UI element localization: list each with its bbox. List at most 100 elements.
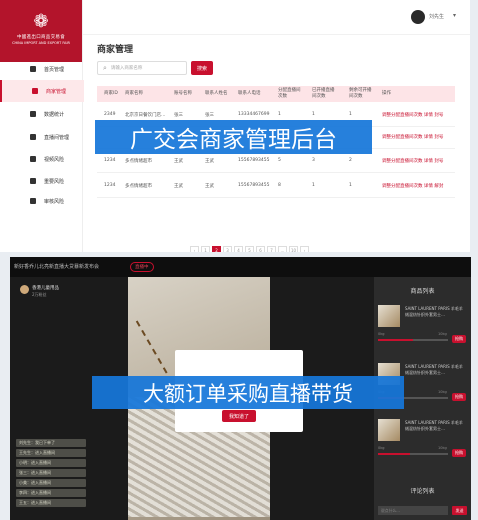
sidebar-item-label: 直播间管理 [44, 134, 70, 141]
col-contact-name: 联系人姓名 [205, 91, 228, 96]
page-item[interactable]: 6 [256, 246, 265, 252]
sidebar: ❁ 中國進出口商品交易會 CHINA IMPORT AND EXPORT FAI… [0, 0, 84, 252]
cell-account: 张三 [174, 113, 183, 118]
col-account-name: 账号名称 [174, 91, 192, 96]
page-item[interactable]: 5 [245, 246, 254, 252]
store-icon [32, 88, 38, 94]
sidebar-item-review-risk[interactable]: 审核风险 [0, 190, 82, 212]
sidebar-item-major-risk[interactable]: 重要风险 [0, 170, 82, 192]
cell-remaining: 2 [349, 158, 352, 163]
col-actions: 操作 [382, 91, 391, 96]
chat-message: 王先生：进入直播间 [16, 449, 86, 457]
cell-allocated: 5 [278, 158, 281, 163]
cell-remaining: 1 [349, 183, 352, 188]
product-image [378, 305, 400, 327]
logo-name-en: CHINA IMPORT AND EXPORT FAIR [12, 41, 70, 45]
cell-account: 王武 [174, 184, 183, 189]
col-allocated: 分配直播间次数 [278, 88, 301, 99]
page-item-active[interactable]: 2 [212, 246, 221, 252]
product-name: SAINT LAURENT PARIS 羊毛羊绒混纺针织外套男士… [405, 306, 463, 317]
anchor-followers: 2万粉丝 [32, 292, 47, 297]
avatar[interactable] [411, 10, 425, 24]
cell-contact: 王武 [205, 184, 214, 189]
sidebar-item-stats[interactable]: 数据统计 [0, 103, 82, 125]
cell-phone: 15567893455 [238, 158, 270, 163]
table-header: 商家ID 商家名称 账号名称 联系人姓名 联系人电话 分配直播间次数 已开播直播… [97, 86, 455, 102]
col-contact-phone: 联系人电话 [238, 91, 261, 96]
sidebar-item-label: 商家管理 [46, 88, 67, 95]
sidebar-item-home[interactable]: 首页管理 [0, 58, 82, 80]
row-actions[interactable]: 调整分配直播间次数 详情 封号 [382, 112, 443, 118]
cell-name: 北京京日餐饮门店… [125, 113, 166, 118]
cell-allocated: 1 [278, 112, 281, 117]
cell-contact: 王武 [205, 159, 214, 164]
send-button[interactable]: 发送 [452, 506, 467, 515]
live-status-badge: 直播中 [130, 262, 154, 272]
chevron-down-icon[interactable]: ▾ [453, 12, 456, 19]
page-prev[interactable]: ‹ [190, 246, 199, 252]
cell-id: 1234 [104, 183, 116, 188]
page-item[interactable]: 10 [289, 246, 298, 252]
user-name[interactable]: 刘先生 [429, 13, 444, 20]
search-icon: ⌕ [103, 63, 107, 72]
sidebar-item-label: 首页管理 [44, 66, 65, 73]
anchor-name: 香港儿童用品 [32, 286, 59, 291]
pagination: ‹ 1 2 3 4 5 6 7 … 10 › [190, 246, 309, 252]
sidebar-item-label: 数据统计 [44, 111, 65, 118]
row-actions[interactable]: 调整分配直播间次数 详情 封号 [382, 158, 443, 164]
admin-panel: ❁ 中國進出口商品交易會 CHINA IMPORT AND EXPORT FAI… [0, 0, 470, 252]
cell-account: 王武 [174, 159, 183, 164]
chat-message: 王五：进入直播间 [16, 499, 86, 507]
row-actions[interactable]: 调整分配直播间次数 详情 封号 [382, 134, 443, 140]
row-actions[interactable]: 调整分配直播间次数 详情 解封 [382, 183, 443, 189]
comment-input[interactable]: 说点什么… [378, 506, 448, 515]
cell-opened: 1 [312, 183, 315, 188]
buy-button[interactable]: 抢购 [452, 393, 466, 401]
home-icon [30, 66, 36, 72]
page-item[interactable]: 4 [234, 246, 243, 252]
page-item[interactable]: 1 [201, 246, 210, 252]
page-item[interactable]: 3 [223, 246, 232, 252]
cell-opened: 3 [312, 158, 315, 163]
sidebar-item-live-rooms[interactable]: 直播间管理 [0, 126, 82, 148]
buy-button[interactable]: 抢购 [452, 449, 466, 457]
sidebar-item-merchants[interactable]: 商家管理 [0, 80, 84, 102]
cell-contact: 张三 [205, 113, 214, 118]
cell-id: 1234 [104, 158, 116, 163]
page-ellipsis: … [278, 246, 287, 252]
live-header: 新好香乔儿北亮新直播大贷暴新发布会 直播中 [10, 257, 471, 277]
chat-message: 刘先生：我已下单了 [16, 439, 86, 447]
col-merchant-id: 商家ID [104, 91, 118, 96]
page-item[interactable]: 7 [267, 246, 276, 252]
cell-allocated: 8 [278, 183, 281, 188]
acknowledge-button[interactable]: 我知道了 [222, 410, 256, 422]
cell-remaining: 1 [349, 112, 352, 117]
product-image [378, 419, 400, 441]
table-row: 1234 多点情绪超市 王武 王武 15567893455 8 1 1 调整分配… [97, 175, 455, 198]
search-input[interactable]: ⌕ 请输入商家名称 [97, 61, 187, 75]
sidebar-item-video-risk[interactable]: 视频风险 [0, 148, 82, 170]
canton-fair-logo: ❁ 中國進出口商品交易會 CHINA IMPORT AND EXPORT FAI… [0, 0, 82, 62]
sidebar-item-label: 审核风险 [44, 198, 65, 205]
search-button[interactable]: 搜索 [191, 61, 213, 75]
logo-name-cn: 中國進出口商品交易會 [17, 35, 65, 40]
cell-name: 多点情绪超市 [125, 159, 152, 164]
admin-banner: 广交会商家管理后台 [95, 120, 372, 154]
buy-button[interactable]: 抢购 [452, 335, 466, 343]
sidebar-item-label: 重要风险 [44, 178, 65, 185]
cell-opened: 1 [312, 112, 315, 117]
shield-icon [30, 156, 36, 162]
page-title: 商家管理 [97, 45, 134, 55]
cell-phone: 13334467699 [238, 112, 270, 117]
warning-icon [30, 198, 36, 204]
bar-chart-icon [30, 111, 36, 117]
product-name: SAINT LAURENT PARIS 羊毛羊绒混纺针织外套男士… [405, 364, 463, 375]
progress-min: 0kg [378, 446, 385, 450]
page-next[interactable]: › [300, 246, 309, 252]
progress-max: 10kg [438, 390, 447, 394]
progress-bar [378, 339, 448, 341]
product-item: SAINT LAURENT PARIS 羊毛羊绒混纺针织外套男士… 0kg 10… [378, 419, 467, 463]
cell-id: 2349 [104, 112, 116, 117]
chat-message: 小明：进入直播间 [16, 459, 86, 467]
live-stream-panel: 新好香乔儿北亮新直播大贷暴新发布会 直播中 香港儿童用品 2万粉丝 刘先生：我已… [10, 257, 471, 520]
